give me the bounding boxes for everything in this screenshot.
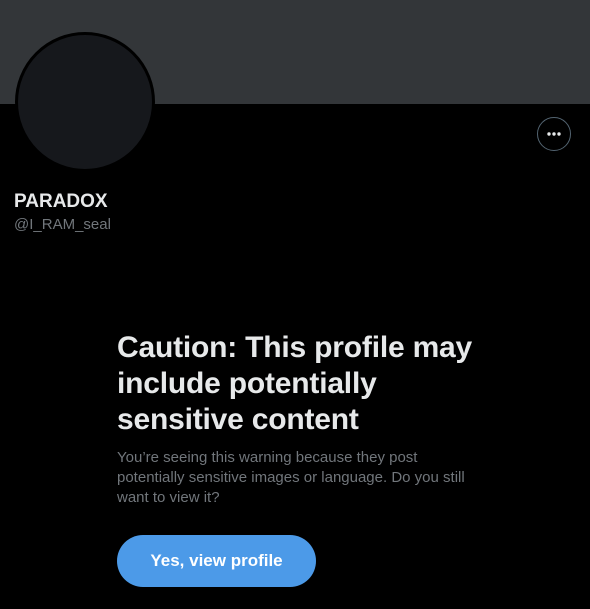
more-horizontal-icon: [545, 125, 563, 143]
avatar[interactable]: [15, 32, 155, 172]
profile-handle: @I_RAM_seal: [14, 216, 111, 233]
view-profile-button[interactable]: Yes, view profile: [117, 535, 316, 587]
warning-description: You’re seeing this warning because they …: [117, 449, 465, 506]
profile-display-name: PARADOX: [14, 191, 108, 212]
more-options-button[interactable]: [537, 117, 571, 151]
view-profile-button-label: Yes, view profile: [150, 551, 283, 570]
warning-title: Caution: This profile may include potent…: [117, 331, 473, 436]
sensitive-content-warning: Caution: This profile may include potent…: [117, 330, 497, 508]
